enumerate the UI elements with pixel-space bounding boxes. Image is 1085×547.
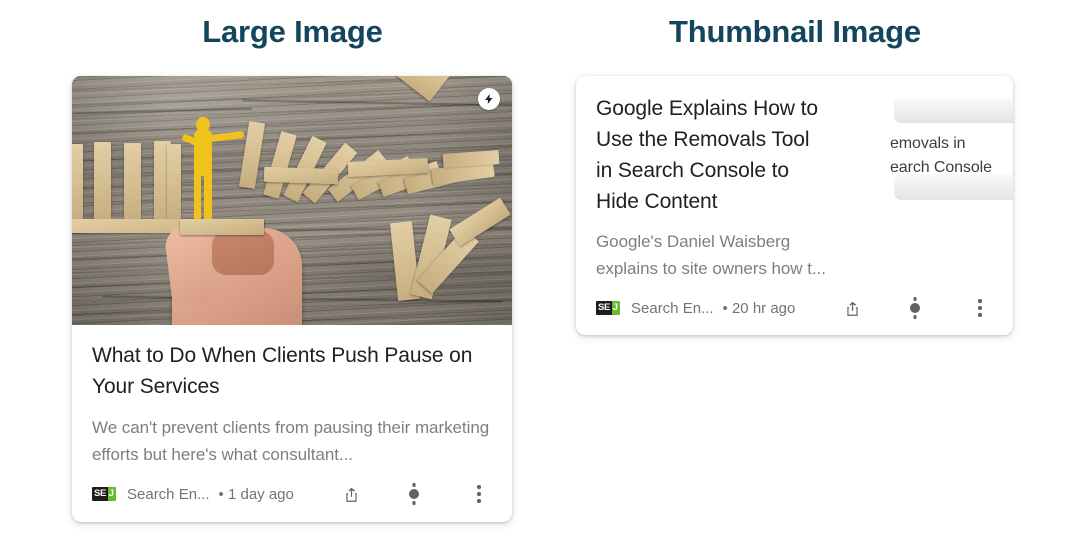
- kebab-dot: [978, 306, 982, 310]
- publish-time: • 20 hr ago: [722, 299, 796, 317]
- kebab-dot: [978, 312, 982, 317]
- source-logo-sej: SE J: [92, 487, 116, 501]
- source-logo-sej: SE J: [596, 301, 620, 315]
- source-logo-se-text: SE: [92, 487, 108, 501]
- card-footer: SE J Search En... • 20 hr ago: [576, 281, 1013, 335]
- share-button[interactable]: [338, 481, 364, 507]
- page-heading-large-image: Large Image: [202, 14, 383, 49]
- more-options-button[interactable]: [967, 295, 993, 321]
- card-action-icons: [839, 295, 993, 321]
- domino-block: [72, 144, 83, 222]
- source-logo-j-text: J: [611, 301, 620, 315]
- article-snippet: We can't prevent clients from pausing th…: [92, 418, 490, 464]
- follow-dot-icon: [908, 297, 922, 319]
- article-text-block: Google Explains How to Use the Removals …: [576, 76, 848, 282]
- thumbnail-bar-bottom: [894, 174, 1013, 200]
- follow-tick-bottom: [412, 501, 416, 505]
- news-card-large-image[interactable]: What to Do When Clients Push Pause on Yo…: [72, 76, 512, 522]
- domino-block: [94, 142, 111, 222]
- kebab-dot: [477, 498, 481, 503]
- more-vertical-icon: [978, 296, 982, 320]
- domino-block: [263, 166, 339, 185]
- source-name[interactable]: Search En...: [631, 300, 714, 317]
- source-name[interactable]: Search En...: [127, 486, 210, 503]
- kebab-dot: [978, 299, 982, 304]
- follow-dot-center: [409, 489, 419, 499]
- share-icon: [846, 301, 858, 316]
- publish-time: • 1 day ago: [218, 485, 294, 503]
- source-logo-j-text: J: [107, 487, 116, 501]
- article-snippet: Google's Daniel Waisberg explains to sit…: [596, 232, 826, 278]
- kebab-dot: [477, 492, 481, 496]
- follow-dot-center: [910, 303, 920, 313]
- share-icon: [345, 487, 357, 502]
- domino-block: [124, 143, 141, 222]
- follow-tick-top: [913, 297, 917, 301]
- kebab-dot: [477, 485, 481, 490]
- news-card-thumbnail-image[interactable]: Google Explains How to Use the Removals …: [576, 76, 1013, 335]
- follow-dot-icon: [407, 483, 421, 505]
- follow-button[interactable]: [902, 295, 928, 321]
- more-options-button[interactable]: [466, 481, 492, 507]
- lightning-bolt-icon: [485, 94, 493, 104]
- paper-figure-leg-right: [204, 172, 212, 220]
- card-footer: SE J Search En... • 1 day ago: [72, 466, 512, 522]
- article-title[interactable]: What to Do When Clients Push Pause on Yo…: [92, 341, 492, 402]
- follow-tick-top: [412, 483, 416, 487]
- held-block: [180, 219, 264, 235]
- follow-tick-bottom: [913, 315, 917, 319]
- article-hero-image[interactable]: [72, 76, 512, 325]
- page-heading-thumbnail-image: Thumbnail Image: [669, 14, 921, 49]
- article-thumbnail-image[interactable]: emovals in earch Console: [888, 94, 1013, 214]
- hand-fingers: [212, 231, 274, 275]
- thumbnail-text-line-1: emovals in: [890, 135, 966, 152]
- article-title[interactable]: Google Explains How to Use the Removals …: [596, 94, 828, 217]
- follow-button[interactable]: [401, 481, 427, 507]
- more-vertical-icon: [477, 482, 481, 506]
- domino-block: [167, 144, 181, 222]
- share-button[interactable]: [839, 295, 865, 321]
- paper-figure-leg-left: [194, 172, 201, 220]
- source-logo-se-text: SE: [596, 301, 612, 315]
- amp-badge[interactable]: [478, 88, 500, 110]
- article-text-block: What to Do When Clients Push Pause on Yo…: [72, 325, 512, 468]
- thumbnail-bar-top: [894, 97, 1013, 123]
- card-action-icons: [338, 481, 492, 507]
